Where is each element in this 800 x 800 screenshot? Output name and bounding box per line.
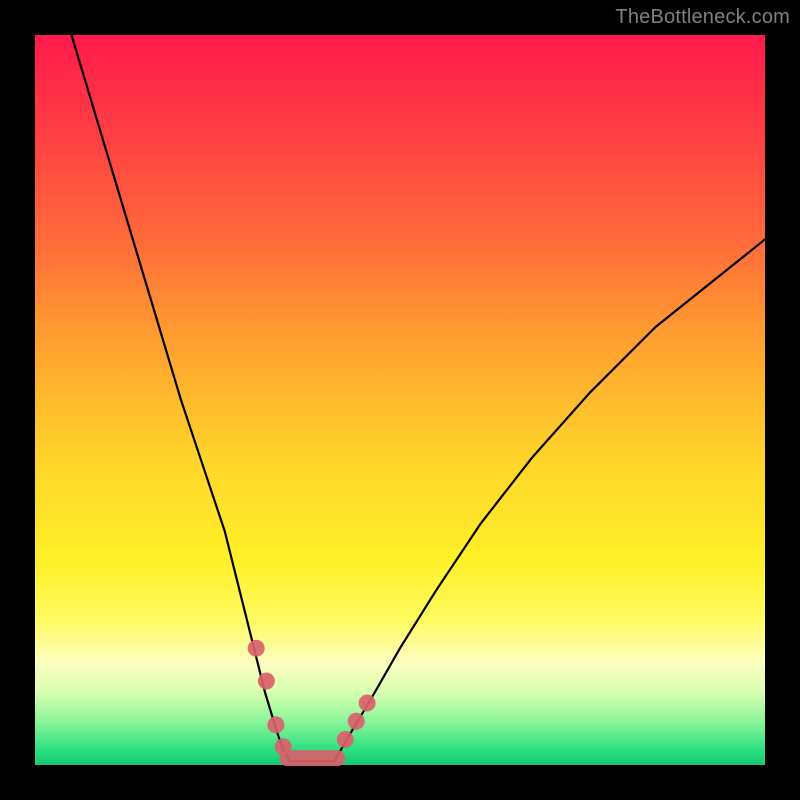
outer-frame: TheBottleneck.com xyxy=(0,0,800,800)
watermark-text: TheBottleneck.com xyxy=(615,6,790,29)
chart-plot-area xyxy=(35,35,765,765)
chart-overlay-svg xyxy=(35,35,765,765)
bottleneck-curve xyxy=(72,35,766,761)
bottom-blob xyxy=(280,750,346,766)
